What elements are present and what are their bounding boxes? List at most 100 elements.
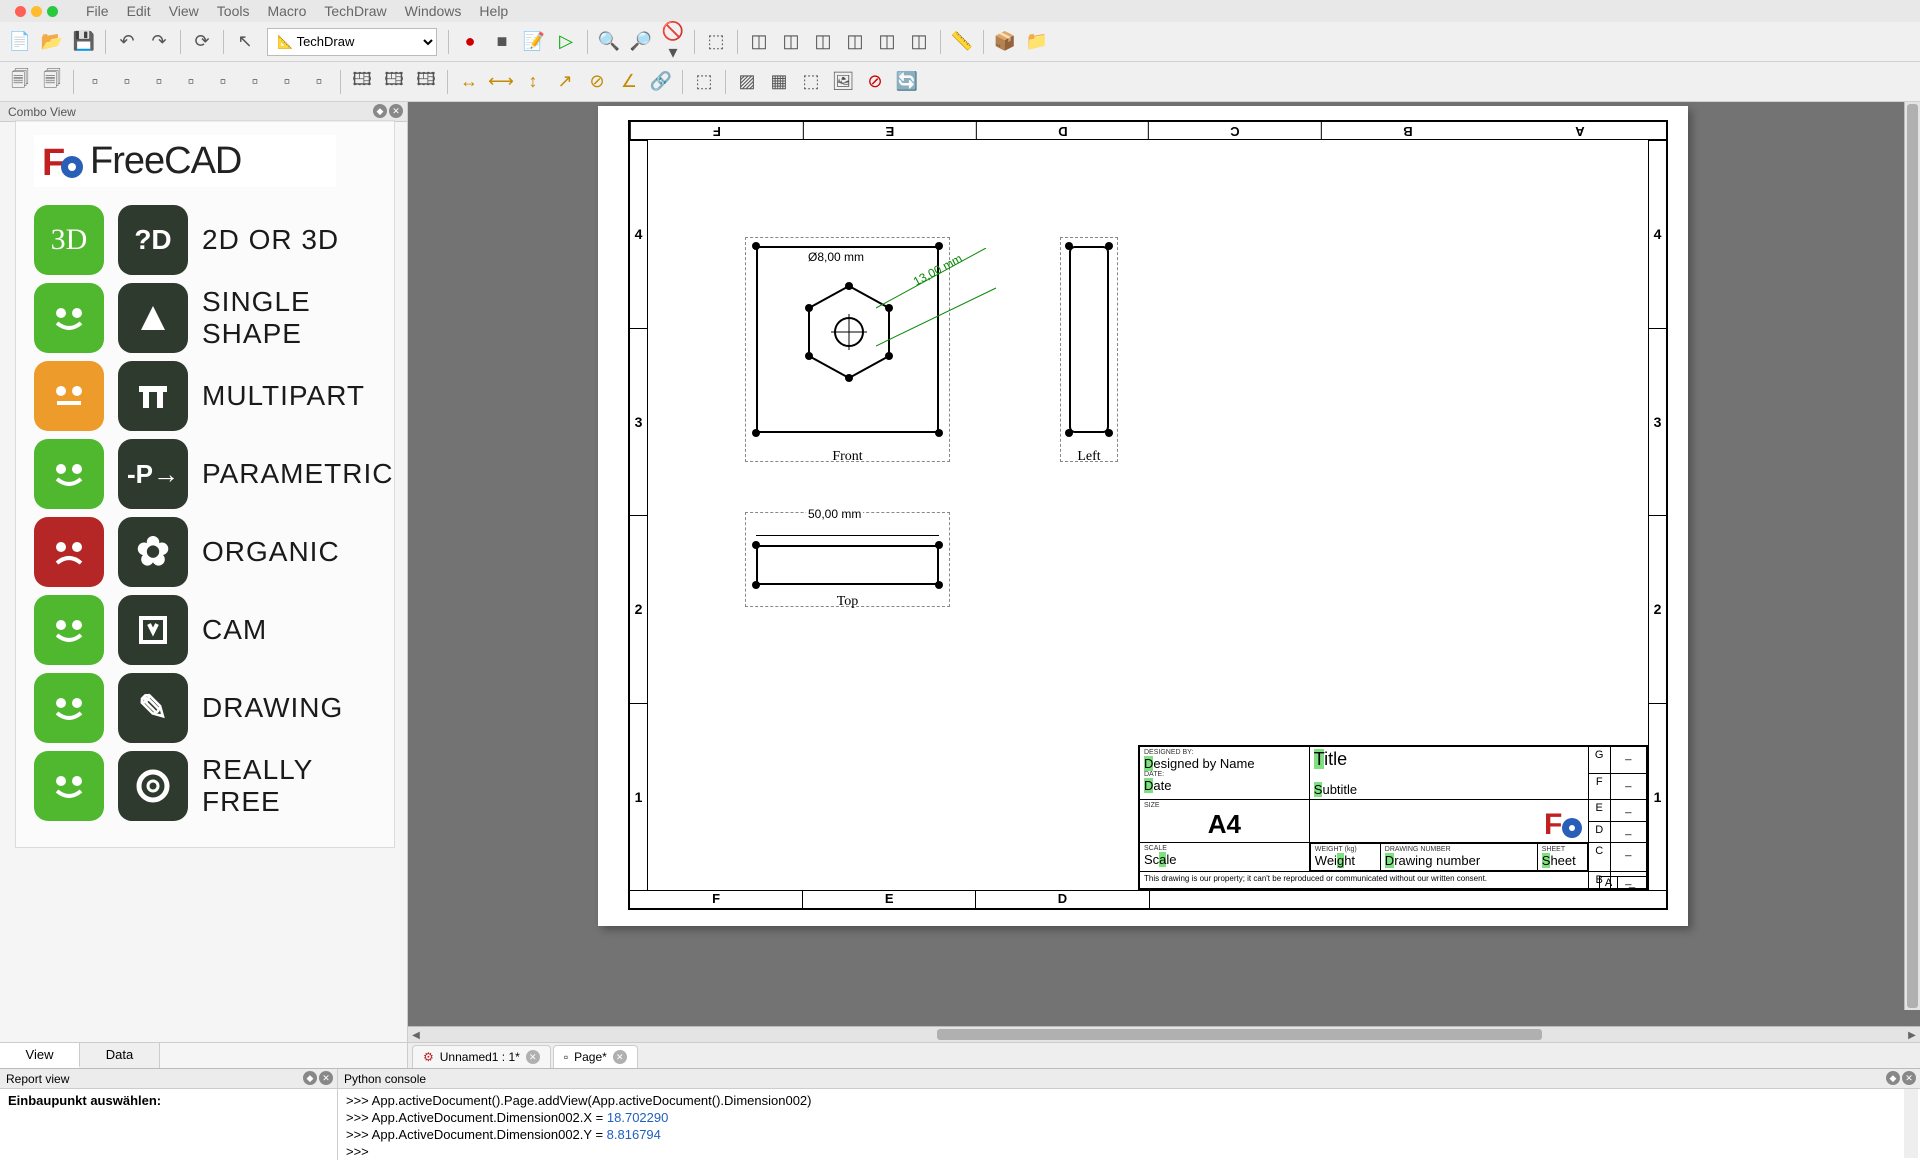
dim-radius-button[interactable]: ↗	[550, 67, 580, 97]
detail-button[interactable]: ▫	[176, 67, 206, 97]
zoom-button[interactable]: 🔎	[626, 27, 656, 57]
tab-view[interactable]: View	[0, 1043, 80, 1068]
dim-diameter-button[interactable]: ⊘	[582, 67, 612, 97]
rating-happy-icon	[34, 595, 104, 665]
dim-diag[interactable]: 13,00 mm	[876, 248, 1006, 348]
view-front-button[interactable]: ◫	[744, 27, 774, 57]
draft-view-button[interactable]: ▫	[240, 67, 270, 97]
dim-vert-button[interactable]: ↕	[518, 67, 548, 97]
tab-unnamed[interactable]: ⚙Unnamed1 : 1*✕	[412, 1045, 551, 1068]
tb-weight[interactable]: Weight	[1315, 853, 1355, 868]
workbench-select[interactable]: 📐 TechDraw	[267, 28, 437, 56]
annotation-button[interactable]: ▫	[208, 67, 238, 97]
tb-sheet[interactable]: Sheet	[1542, 853, 1576, 868]
tb-date[interactable]: Date	[1144, 778, 1171, 793]
panel-close-icon[interactable]: ✕	[319, 1071, 333, 1085]
view-top-button[interactable]: ◫	[776, 27, 806, 57]
tab-data[interactable]: Data	[80, 1043, 160, 1068]
canvas-viewport[interactable]: FEDCBA 1234 1234 FED	[408, 102, 1920, 1026]
close-icon[interactable]: ✕	[613, 1050, 627, 1064]
vertical-scrollbar[interactable]	[1904, 102, 1920, 1010]
menu-windows[interactable]: Windows	[405, 3, 462, 19]
undo-button[interactable]: ↶	[112, 27, 142, 57]
dim-link-button[interactable]: 🔗	[646, 67, 676, 97]
group-button[interactable]: 📁	[1022, 27, 1052, 57]
tb-rev: E	[1588, 800, 1610, 822]
menu-file[interactable]: File	[86, 3, 109, 19]
tb-drawnum[interactable]: Drawing number	[1385, 853, 1480, 868]
vertical-scrollbar[interactable]	[1904, 1089, 1918, 1158]
clip-rem-button[interactable]: 🖽	[411, 67, 441, 97]
menu-help[interactable]: Help	[479, 3, 508, 19]
whatsthis-button[interactable]: ↖	[230, 27, 260, 57]
tb-size-label: SIZE	[1144, 802, 1305, 809]
menu-view[interactable]: View	[169, 3, 199, 19]
panel-expand-icon[interactable]: ◆	[303, 1071, 317, 1085]
redraw-button[interactable]: 🔄	[892, 67, 922, 97]
zoom-icon[interactable]	[47, 6, 58, 17]
view-rear-button[interactable]: ◫	[840, 27, 870, 57]
menu-tools[interactable]: Tools	[217, 3, 250, 19]
new-button[interactable]: 📄	[5, 27, 35, 57]
proj-group-button[interactable]: ▫	[112, 67, 142, 97]
geom-hatch-button[interactable]: ▦	[764, 67, 794, 97]
new-page-template-button[interactable]: 🗐	[37, 67, 67, 97]
menu-edit[interactable]: Edit	[127, 3, 151, 19]
macro-record-button[interactable]: ●	[455, 27, 485, 57]
iso-button[interactable]: ⬚	[701, 27, 731, 57]
dim-length-button[interactable]: ↔	[454, 67, 484, 97]
close-icon[interactable]: ✕	[526, 1050, 540, 1064]
close-icon[interactable]	[15, 6, 26, 17]
macro-edit-button[interactable]: 📝	[519, 27, 549, 57]
minimize-icon[interactable]	[31, 6, 42, 17]
drawstyle-button[interactable]: 🚫▾	[658, 27, 688, 57]
tb-subtitle[interactable]: Subtitle	[1314, 782, 1357, 797]
feature-cam: CAM	[34, 595, 376, 665]
panel-expand-icon[interactable]: ◆	[1886, 1071, 1900, 1085]
toggle-button[interactable]: ⊘	[860, 67, 890, 97]
symbol-button[interactable]: ⬚	[796, 67, 826, 97]
image-button[interactable]: 🖼	[828, 67, 858, 97]
menu-macro[interactable]: Macro	[267, 3, 306, 19]
view-bottom-button[interactable]: ◫	[872, 27, 902, 57]
view-left-button[interactable]: ◫	[904, 27, 934, 57]
open-button[interactable]: 📂	[37, 27, 67, 57]
insert-view-button[interactable]: ▫	[80, 67, 110, 97]
view-top[interactable]: 50,00 mm Top	[745, 512, 950, 607]
part-button[interactable]: 📦	[990, 27, 1020, 57]
menu-techdraw[interactable]: TechDraw	[324, 3, 386, 19]
view-right-button[interactable]: ◫	[808, 27, 838, 57]
tb-sheet-label: SHEET	[1542, 846, 1583, 853]
panel-close-icon[interactable]: ✕	[389, 104, 403, 118]
save-button[interactable]: 💾	[69, 27, 99, 57]
dim-width[interactable]: 50,00 mm	[806, 507, 863, 521]
clip-add-button[interactable]: 🖽	[379, 67, 409, 97]
dim-horiz-button[interactable]: ⟷	[486, 67, 516, 97]
hatch-button[interactable]: ▨	[732, 67, 762, 97]
arch-view-button[interactable]: ▫	[272, 67, 302, 97]
redo-button[interactable]: ↷	[144, 27, 174, 57]
tb-title[interactable]: Title	[1314, 749, 1347, 769]
horizontal-scrollbar[interactable]: ◀ ▶	[408, 1026, 1920, 1042]
dim-angle-button[interactable]: ∠	[614, 67, 644, 97]
panel-close-icon[interactable]: ✕	[1902, 1071, 1916, 1085]
refresh-button[interactable]: ⟳	[187, 27, 217, 57]
view-front[interactable]: Ø8,00 mm 13,00 mm Front	[745, 237, 950, 462]
new-page-button[interactable]: 🗐	[5, 67, 35, 97]
tb-designed-by[interactable]: Designed by Name	[1144, 756, 1255, 771]
dim-diameter[interactable]: Ø8,00 mm	[806, 250, 866, 264]
report-body[interactable]: Einbaupunkt auswählen:	[0, 1089, 337, 1160]
spreadsheet-button[interactable]: ▫	[304, 67, 334, 97]
export-svg-button[interactable]: ⬚	[689, 67, 719, 97]
tb-scale[interactable]: Scale	[1144, 852, 1177, 867]
view-left[interactable]: Left	[1060, 237, 1118, 462]
macro-run-button[interactable]: ▷	[551, 27, 581, 57]
clip-button[interactable]: 🖽	[347, 67, 377, 97]
measure-button[interactable]: 📏	[947, 27, 977, 57]
section-button[interactable]: ▫	[144, 67, 174, 97]
panel-expand-icon[interactable]: ◆	[373, 104, 387, 118]
macro-stop-button[interactable]: ■	[487, 27, 517, 57]
python-body[interactable]: >>> App.activeDocument().Page.addView(Ap…	[338, 1089, 1920, 1160]
tab-page[interactable]: ▫Page*✕	[553, 1045, 638, 1068]
fit-button[interactable]: 🔍	[594, 27, 624, 57]
